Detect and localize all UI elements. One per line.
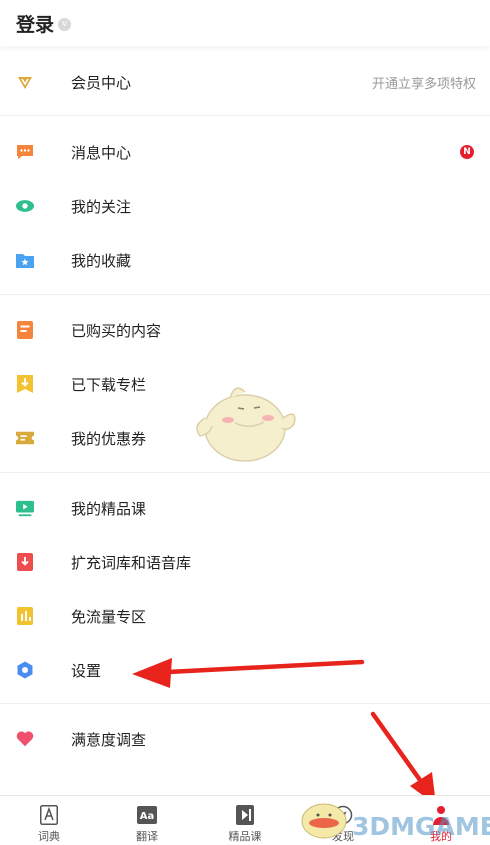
menu-item-follows[interactable]: 我的关注 (0, 179, 490, 233)
menu-item-expand-dictionary[interactable]: 扩充词库和语音库 (0, 535, 490, 589)
divider (0, 115, 490, 116)
menu-label-free-data: 免流量专区 (71, 607, 147, 626)
menu-label-follows: 我的关注 (71, 197, 132, 216)
login-title[interactable]: 登录 (16, 10, 54, 37)
tab-label: 翻译 (136, 830, 158, 843)
tab-dictionary[interactable]: 词典 (0, 796, 98, 845)
menu-label-settings: 设置 (71, 661, 102, 680)
data-bars-icon (16, 607, 34, 625)
menu-label-messages: 消息中心 (71, 143, 132, 162)
tab-translate[interactable]: Aa 翻译 (98, 796, 196, 845)
menu-item-settings[interactable]: 设置 (0, 643, 490, 697)
tab-courses[interactable]: 精品课 (196, 796, 294, 845)
svg-text:Aa: Aa (140, 811, 155, 822)
diamond-icon (16, 73, 34, 91)
menu-label-vip: 会员中心 (71, 73, 132, 92)
download-box-icon (16, 553, 34, 571)
menu-label-coupons: 我的优惠券 (71, 429, 147, 448)
menu-label-favorites: 我的收藏 (71, 251, 132, 270)
menu-item-messages[interactable]: 消息中心 N (0, 125, 490, 179)
coupon-icon (16, 429, 34, 447)
download-icon (16, 375, 34, 393)
v-badge-icon: v (58, 17, 72, 31)
menu-item-courses[interactable]: 我的精品课 (0, 481, 490, 535)
chat-bubble-icon (16, 143, 34, 161)
tab-label: 词典 (38, 830, 60, 843)
receipt-icon (16, 321, 34, 339)
menu-label-courses: 我的精品课 (71, 499, 147, 518)
watermark-mascot-logo (301, 803, 347, 839)
vip-promo-text: 开通立享多项特权 (371, 76, 476, 92)
top-header: 登录 v (0, 0, 490, 46)
menu-item-satisfaction-survey[interactable]: 满意度调查 (0, 712, 490, 766)
menu-label-survey: 满意度调查 (71, 730, 147, 749)
mascot-illustration (196, 387, 296, 462)
eye-icon (16, 197, 34, 215)
menu-label-expand-dictionary: 扩充词库和语音库 (71, 553, 192, 572)
star-folder-icon (16, 251, 34, 269)
settings-hexagon-icon (16, 661, 34, 679)
divider (0, 703, 490, 704)
menu-item-purchased[interactable]: 已购买的内容 (0, 303, 490, 357)
dictionary-icon (40, 805, 58, 825)
new-badge: N (460, 145, 474, 159)
heart-icon (16, 730, 34, 748)
watermark-text: 3DMGAME (352, 812, 490, 841)
menu-label-purchased: 已购买的内容 (71, 321, 162, 340)
menu-item-favorites[interactable]: 我的收藏 (0, 233, 490, 287)
tab-label: 精品课 (228, 830, 262, 843)
translate-icon: Aa (137, 805, 157, 825)
menu-label-downloaded: 已下载专栏 (71, 375, 147, 394)
divider (0, 294, 490, 295)
video-play-icon (16, 499, 34, 517)
course-icon (236, 805, 254, 825)
menu-item-vip-center[interactable]: 会员中心 开通立享多项特权 (0, 55, 490, 109)
divider (0, 472, 490, 473)
menu-item-free-data[interactable]: 免流量专区 (0, 589, 490, 643)
